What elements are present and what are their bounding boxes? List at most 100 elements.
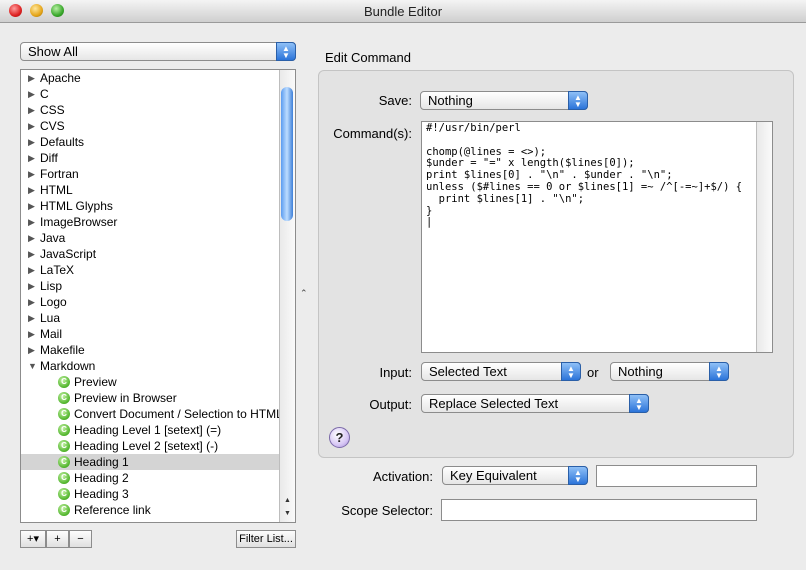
output-popup-value: Replace Selected Text <box>429 396 559 411</box>
row-label: Heading 3 <box>74 487 129 501</box>
disclosure-triangle-right-icon[interactable]: ▶ <box>28 118 35 134</box>
bundle-row[interactable]: ▶ Fortran <box>21 166 281 182</box>
disclosure-triangle-right-icon[interactable]: ▶ <box>28 86 35 102</box>
disclosure-triangle-right-icon[interactable]: ▶ <box>28 326 35 342</box>
command-row[interactable]: C Convert Document / Selection to HTML <box>21 406 283 422</box>
scroll-down-arrow-icon[interactable]: ▼ <box>280 507 295 521</box>
disclosure-triangle-right-icon[interactable]: ▶ <box>28 246 35 262</box>
bundle-row[interactable]: ▼ Markdown <box>21 358 281 374</box>
bundle-row[interactable]: ▶ Mail <box>21 326 281 342</box>
bundle-row[interactable]: ▶ Apache <box>21 70 281 86</box>
command-icon: C <box>58 376 70 388</box>
command-row[interactable]: C Heading Level 1 [setext] (=) <box>21 422 281 438</box>
bundle-row[interactable]: ▶ LaTeX <box>21 262 281 278</box>
bundle-row[interactable]: ▶ Lua <box>21 310 281 326</box>
activation-popup[interactable]: Key Equivalent ▲ ▼ <box>442 466 588 485</box>
window-title: Bundle Editor <box>363 4 443 19</box>
add-item-button[interactable]: + <box>46 530 69 548</box>
or-label: or <box>587 365 599 380</box>
row-label: Logo <box>40 295 67 309</box>
bundle-row[interactable]: ▶ C <box>21 86 281 102</box>
disclosure-triangle-right-icon[interactable]: ▶ <box>28 182 35 198</box>
disclosure-triangle-right-icon[interactable]: ▶ <box>28 150 35 166</box>
command-icon: C <box>58 392 70 404</box>
disclosure-triangle-right-icon[interactable]: ▶ <box>28 166 35 182</box>
bundle-row[interactable]: ▶ Defaults <box>21 134 281 150</box>
bundle-row[interactable]: ▶ Lisp <box>21 278 281 294</box>
scope-selector-label: Scope Selector: <box>341 503 433 518</box>
row-label: Convert Document / Selection to HTML <box>74 407 283 421</box>
bundle-row[interactable]: ▶ Logo <box>21 294 281 310</box>
row-label: JavaScript <box>40 247 97 261</box>
row-label: ImageBrowser <box>40 215 118 229</box>
filter-list-button[interactable]: Filter List... <box>236 530 296 548</box>
bundle-row[interactable]: ▶ CSS <box>21 102 281 118</box>
command-row[interactable]: C Heading 2 <box>21 470 281 486</box>
disclosure-triangle-right-icon[interactable]: ▶ <box>28 214 35 230</box>
disclosure-triangle-right-icon[interactable]: ▶ <box>28 198 35 214</box>
key-equivalent-field[interactable] <box>596 465 757 487</box>
command-icon: C <box>58 440 70 452</box>
bundle-row[interactable]: ▶ Diff <box>21 150 281 166</box>
remove-button[interactable]: − <box>69 530 92 548</box>
disclosure-triangle-right-icon[interactable]: ▶ <box>28 102 35 118</box>
disclosure-triangle-right-icon[interactable]: ▶ <box>28 342 35 358</box>
command-row[interactable]: C Preview <box>21 374 281 390</box>
bundle-filter-popup[interactable]: Show All ▲ ▼ <box>20 42 296 61</box>
bundle-row[interactable]: ▶ Java <box>21 230 281 246</box>
bundle-row[interactable]: ▶ ImageBrowser <box>21 214 281 230</box>
row-label: Defaults <box>40 135 85 149</box>
bundle-list[interactable]: ▶ Apache ▶ C ▶ CSS ▶ CVS ▶ Defaults ▶ Diff ▶ Fortran ▶… <box>20 69 296 523</box>
command-icon: C <box>58 472 70 484</box>
row-label: Makefile <box>40 343 85 357</box>
command-row[interactable]: C Reference link <box>21 502 281 518</box>
row-label: Java <box>40 231 66 245</box>
disclosure-triangle-right-icon[interactable]: ▶ <box>28 310 35 326</box>
bundle-row[interactable]: ▶ HTML <box>21 182 281 198</box>
bundle-row[interactable]: ▶ CVS <box>21 118 281 134</box>
popup-arrows-icon: ▲ ▼ <box>568 466 588 485</box>
disclosure-triangle-right-icon[interactable]: ▶ <box>28 134 35 150</box>
help-button[interactable]: ? <box>329 427 350 448</box>
disclosure-triangle-right-icon[interactable]: ▶ <box>28 262 35 278</box>
row-label: Lisp <box>40 279 63 293</box>
bundle-row[interactable]: ▶ Makefile <box>21 342 281 358</box>
row-label: Reference link <box>74 503 151 517</box>
bundle-editor-window: Bundle Editor Show All ▲ ▼ ▶ Apache ▶ C ▶ CSS ▶… <box>0 0 806 570</box>
output-popup[interactable]: Replace Selected Text ▲ ▼ <box>421 394 649 413</box>
disclosure-triangle-right-icon[interactable]: ▶ <box>28 294 35 310</box>
scope-selector-field[interactable] <box>441 499 757 521</box>
popup-arrows-icon: ▲ ▼ <box>561 362 581 381</box>
disclosure-triangle-right-icon[interactable]: ▶ <box>28 278 35 294</box>
bundle-row[interactable]: ▶ HTML Glyphs <box>21 198 281 214</box>
add-menu-button[interactable]: +▾ <box>20 530 46 548</box>
row-label: Markdown <box>40 359 96 373</box>
bundle-list-scrollbar[interactable]: ▲ ▼ <box>279 70 295 522</box>
row-label: Fortran <box>40 167 79 181</box>
save-popup[interactable]: Nothing ▲ ▼ <box>420 91 588 110</box>
command-editor[interactable]: #!/usr/bin/perl chomp(@lines = <>); $und… <box>421 121 773 353</box>
scroll-up-arrow-icon[interactable]: ▲ <box>280 494 295 508</box>
command-icon: C <box>58 456 70 468</box>
title-bar[interactable]: Bundle Editor <box>0 0 806 23</box>
disclosure-triangle-right-icon[interactable]: ▶ <box>28 230 35 246</box>
command-icon: C <box>58 504 70 516</box>
splitter-handle-icon[interactable]: ⌃ <box>300 288 308 299</box>
save-popup-value: Nothing <box>428 93 473 108</box>
popup-arrows-icon: ▲ ▼ <box>568 91 588 110</box>
command-row[interactable]: C Heading Level 2 [setext] (-) <box>21 438 281 454</box>
bundle-list-rows: ▶ Apache ▶ C ▶ CSS ▶ CVS ▶ Defaults ▶ Diff ▶ Fortran ▶… <box>21 70 283 518</box>
input-fallback-popup[interactable]: Nothing ▲ ▼ <box>610 362 729 381</box>
editor-scrollbar[interactable] <box>756 122 772 352</box>
command-row[interactable]: C Heading 3 <box>21 486 281 502</box>
command-row[interactable]: C Heading 1 <box>21 454 281 470</box>
popup-arrows-icon: ▲ ▼ <box>276 42 296 61</box>
input-popup[interactable]: Selected Text ▲ ▼ <box>421 362 581 381</box>
row-label: Heading Level 2 [setext] (-) <box>74 439 219 453</box>
bundle-row[interactable]: ▶ JavaScript <box>21 246 281 262</box>
save-label: Save: <box>378 93 412 108</box>
disclosure-triangle-down-icon[interactable]: ▼ <box>28 358 37 374</box>
disclosure-triangle-right-icon[interactable]: ▶ <box>28 70 35 86</box>
command-row[interactable]: C Preview in Browser <box>21 390 281 406</box>
scrollbar-thumb[interactable] <box>281 87 293 221</box>
